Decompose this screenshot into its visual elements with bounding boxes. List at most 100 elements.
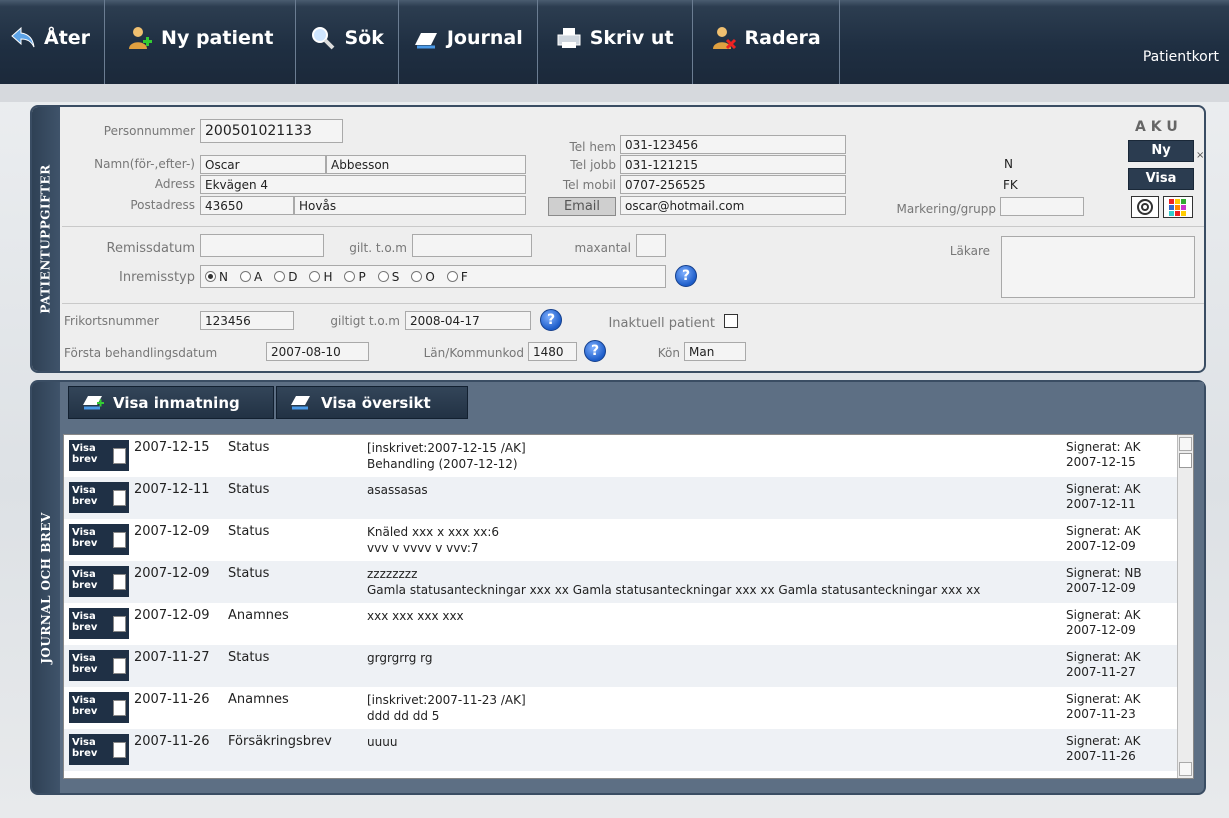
- kon-field[interactable]: Man: [684, 342, 746, 361]
- row-signature-date: 2007-11-23: [1066, 707, 1136, 721]
- visa-brev-button[interactable]: Visa brev: [69, 734, 129, 765]
- scroll-down-icon[interactable]: [1179, 762, 1192, 776]
- kon-label: Kön: [657, 346, 680, 360]
- journal-overview-icon: [289, 391, 313, 415]
- visa-brev-button[interactable]: Visa brev: [69, 608, 129, 639]
- frikort-field[interactable]: 123456: [200, 311, 294, 330]
- row-signature-by: Signerat: AK: [1066, 608, 1141, 622]
- row-text-line1: [inskrivet:2007-11-23 /AK]: [367, 693, 526, 707]
- journal-row[interactable]: Visa brev 2007-11-26 Anamnes [inskrivet:200…: [64, 687, 1193, 729]
- giltigt-field[interactable]: 2008-04-17: [405, 311, 531, 330]
- delete-person-icon: [711, 25, 737, 51]
- visa-inmatning-tab[interactable]: Visa inmatning: [68, 386, 274, 419]
- remiss-radio-h[interactable]: H: [309, 270, 332, 284]
- visa-brev-button[interactable]: Visa brev: [69, 650, 129, 681]
- journal-row[interactable]: Visa brev 2007-12-09 Anamnes xxx xxx xxx xxx…: [64, 603, 1193, 645]
- row-text: grgrgrrg rg: [367, 650, 433, 666]
- row-date: 2007-12-09: [134, 566, 210, 581]
- fk-flag: FK: [1003, 178, 1018, 192]
- remiss-radio-o[interactable]: O: [411, 270, 435, 284]
- visa-brev-button[interactable]: Visa brev: [69, 692, 129, 723]
- visa-brev-button[interactable]: Visa brev: [69, 482, 129, 513]
- visa-oversikt-tab[interactable]: Visa översikt: [276, 386, 468, 419]
- lan-field[interactable]: 1480: [528, 342, 577, 361]
- giltigt-label: giltigt t.o.m: [330, 314, 400, 328]
- journal-button[interactable]: Journal: [399, 0, 538, 84]
- visa-brev-button[interactable]: Visa brev: [69, 440, 129, 471]
- journal-row[interactable]: Visa brev 2007-12-09 Status zzzzzzzz Gamla st…: [64, 561, 1193, 603]
- visa-button[interactable]: Visa: [1128, 168, 1194, 190]
- document-icon: [113, 532, 126, 548]
- journal-row[interactable]: Visa brev 2007-12-15 Status [inskrivet:2007…: [64, 435, 1193, 477]
- email-field[interactable]: oscar@hotmail.com: [620, 196, 846, 215]
- row-signature-date: 2007-11-26: [1066, 749, 1136, 763]
- maxantal-field[interactable]: [636, 234, 666, 257]
- fornamn-field[interactable]: Oscar: [200, 155, 326, 174]
- inremisstyp-radio-group: NADHP SOF: [200, 265, 666, 288]
- row-text-line1: grgrgrrg rg: [367, 651, 433, 665]
- remiss-radio-n[interactable]: N: [205, 270, 228, 284]
- lan-help-icon[interactable]: ?: [584, 340, 606, 362]
- giltigt-help-icon[interactable]: ?: [540, 309, 562, 331]
- color-grid-icon[interactable]: [1163, 196, 1193, 218]
- remissdatum-field[interactable]: [200, 234, 324, 257]
- remiss-radio-f[interactable]: F: [446, 270, 468, 284]
- ny-button[interactable]: Ny: [1128, 140, 1194, 162]
- patient-divider-2: [62, 303, 1204, 304]
- row-signature: Signerat: AK 2007-11-23: [1066, 692, 1140, 722]
- inaktuell-checkbox[interactable]: [724, 314, 738, 328]
- adress-field[interactable]: Ekvägen 4: [200, 175, 526, 194]
- delete-label: Radera: [744, 27, 821, 49]
- row-text: uuuu: [367, 734, 397, 750]
- row-signature-by: Signerat: AK: [1066, 482, 1141, 496]
- row-text-line1: [inskrivet:2007-12-15 /AK]: [367, 441, 526, 455]
- spiral-icon[interactable]: [1131, 196, 1159, 218]
- telhem-label: Tel hem: [569, 140, 617, 154]
- markering-field[interactable]: [1000, 197, 1084, 216]
- delete-button[interactable]: Radera: [693, 0, 840, 84]
- journal-row[interactable]: Visa brev 2007-12-09 Status Knäled xxx x xxx…: [64, 519, 1193, 561]
- journal-row[interactable]: Visa brev 2007-11-27 Status grgrgrrg rg Signe…: [64, 645, 1193, 687]
- journal-scrollbar[interactable]: [1177, 435, 1193, 778]
- remiss-radio-d[interactable]: D: [274, 270, 297, 284]
- postnr-field[interactable]: 43650: [200, 196, 294, 215]
- gilt-field[interactable]: [412, 234, 532, 257]
- lakare-field[interactable]: [1001, 236, 1195, 298]
- search-label: Sök: [344, 27, 384, 49]
- email-button[interactable]: Email: [548, 197, 616, 216]
- personnummer-field[interactable]: 200501021133: [200, 119, 343, 143]
- print-button[interactable]: Skriv ut: [538, 0, 693, 84]
- search-button[interactable]: Sök: [296, 0, 399, 84]
- remiss-radio-s[interactable]: S: [377, 270, 400, 284]
- row-text: [inskrivet:2007-12-15 /AK] Behandling (20…: [367, 440, 526, 472]
- new-patient-button[interactable]: Ny patient: [105, 0, 297, 84]
- teljobb-label: Tel jobb: [570, 158, 616, 172]
- remiss-radio-a[interactable]: A: [239, 270, 262, 284]
- document-icon: [113, 658, 126, 674]
- remiss-radio-p[interactable]: P: [344, 270, 366, 284]
- remiss-radio-label: S: [391, 270, 400, 284]
- teljobb-field[interactable]: 031-121215: [620, 155, 846, 174]
- new-patient-label: Ny patient: [161, 27, 274, 49]
- telmobil-field[interactable]: 0707-256525: [620, 175, 846, 194]
- document-icon: [113, 448, 126, 464]
- scroll-up-icon[interactable]: [1179, 437, 1192, 451]
- efternamn-field[interactable]: Abbesson: [326, 155, 526, 174]
- row-signature-by: Signerat: AK: [1066, 524, 1141, 538]
- journal-row[interactable]: Visa brev 2007-12-11 Status asassasas Signera…: [64, 477, 1193, 519]
- back-button[interactable]: Åter: [0, 0, 106, 84]
- visa-brev-button[interactable]: Visa brev: [69, 524, 129, 555]
- ort-field[interactable]: Hovås: [294, 196, 526, 215]
- forsta-field[interactable]: 2007-08-10: [266, 342, 369, 361]
- journal-panel-tab: JOURNAL OCH BREV: [32, 382, 60, 793]
- namn-label: Namn(för-,efter-): [94, 157, 195, 171]
- row-signature: Signerat: AK 2007-11-26: [1066, 734, 1140, 764]
- row-date: 2007-12-09: [134, 524, 210, 539]
- inremisstyp-help-icon[interactable]: ?: [675, 265, 697, 287]
- visa-brev-button[interactable]: Visa brev: [69, 566, 129, 597]
- telhem-field[interactable]: 031-123456: [620, 135, 846, 154]
- close-x-icon[interactable]: ×: [1196, 150, 1204, 161]
- scroll-thumb[interactable]: [1179, 453, 1192, 468]
- radio-circle-icon: [309, 271, 321, 282]
- journal-row[interactable]: Visa brev 2007-11-26 Försäkringsbrev uuuu Sig…: [64, 729, 1193, 771]
